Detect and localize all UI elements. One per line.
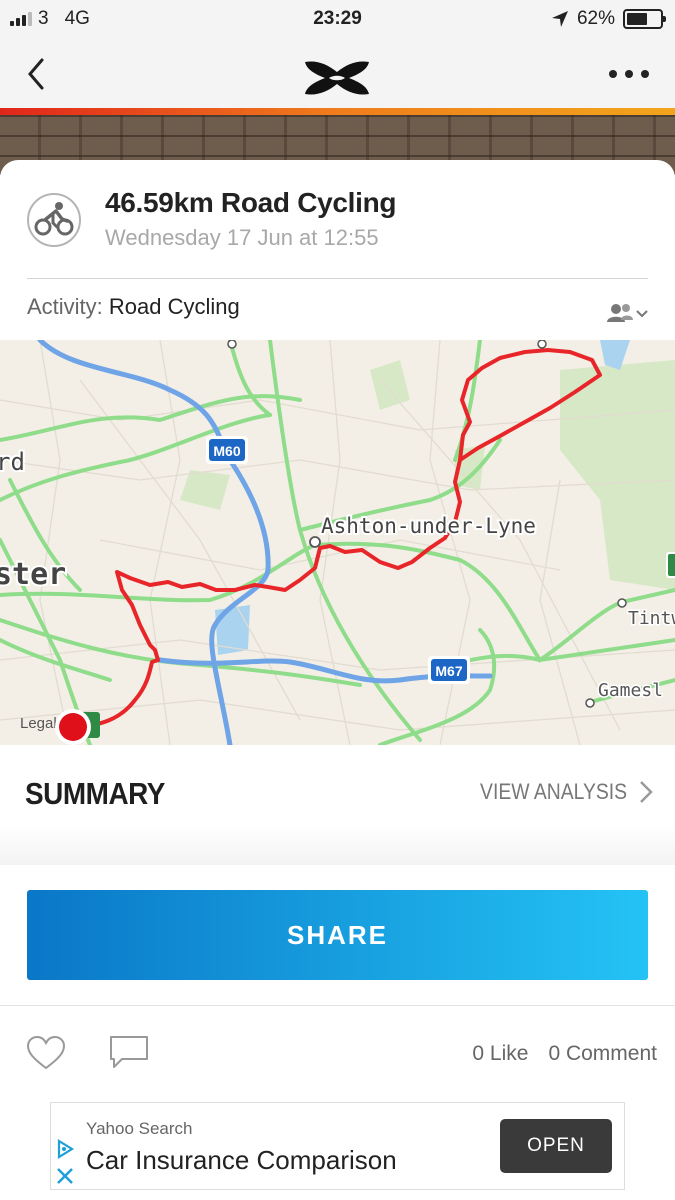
- map-point: [537, 340, 547, 349]
- summary-heading: SUMMARY: [25, 776, 165, 811]
- activity-row: Activity: Road Cycling: [27, 294, 240, 320]
- heart-icon[interactable]: [26, 1035, 66, 1071]
- nav-bar: [0, 40, 675, 108]
- activity-value: Road Cycling: [108, 294, 240, 319]
- view-analysis-link[interactable]: VIEW ANALYSIS: [460, 779, 653, 805]
- ad-open-button[interactable]: OPEN: [500, 1119, 612, 1173]
- start-marker: [55, 709, 100, 745]
- chevron-right-icon: [640, 781, 653, 803]
- section-fade: [0, 825, 675, 865]
- more-dots-icon[interactable]: [609, 70, 649, 78]
- activity-label: Activity:: [27, 294, 103, 319]
- battery-icon: [623, 9, 666, 29]
- svg-text:M60: M60: [213, 443, 240, 459]
- map-point: [585, 698, 595, 708]
- share-button[interactable]: SHARE: [27, 890, 648, 980]
- workout-title: 46.59km Road Cycling: [105, 187, 397, 218]
- route-map[interactable]: M60 M67 Ashton-under-Lyne rd ster Tintw …: [0, 340, 675, 745]
- status-bar: 3 4G 23:29 62%: [0, 0, 675, 40]
- cycling-icon: [27, 193, 81, 247]
- m60-shield: M60: [206, 436, 248, 464]
- divider: [0, 1005, 675, 1006]
- map-label-edge: rd: [0, 448, 25, 476]
- map-point: [617, 598, 627, 608]
- park-area: [560, 360, 675, 590]
- map-label-town: Ashton-under-Lyne: [321, 514, 536, 538]
- workout-date: Wednesday 17 Jun at 12:55: [105, 225, 379, 250]
- park-area: [370, 360, 410, 410]
- divider: [27, 278, 648, 279]
- view-analysis-label: VIEW ANALYSIS: [479, 779, 627, 804]
- green-shield: [666, 552, 675, 578]
- map-label-gamesley: Gamesl: [598, 680, 663, 701]
- brand-accent-bar: [0, 108, 675, 115]
- adchoices-icon[interactable]: [54, 1138, 76, 1160]
- battery-percent: 62%: [576, 8, 615, 29]
- friends-icon[interactable]: [604, 300, 650, 326]
- svg-text:M67: M67: [435, 663, 462, 679]
- close-icon[interactable]: [54, 1165, 76, 1187]
- map-point: [227, 340, 237, 349]
- ad-headline: Car Insurance Comparison: [86, 1145, 397, 1175]
- map-point: [309, 536, 321, 548]
- map-label-city: ster: [0, 557, 66, 592]
- ad-source: Yahoo Search: [86, 1119, 193, 1138]
- under-armour-logo: [305, 61, 369, 95]
- comment-icon[interactable]: [108, 1034, 150, 1070]
- location-arrow-icon: [551, 11, 568, 27]
- m67-shield: M67: [428, 656, 470, 684]
- map-label-tintwistle: Tintw: [628, 608, 675, 629]
- map-legal-link: Legal: [20, 715, 57, 732]
- like-count[interactable]: 0 Like: [472, 1042, 528, 1066]
- engagement-counts: 0 Like 0 Comment: [472, 1042, 657, 1066]
- park-area: [180, 470, 230, 510]
- ad-banner[interactable]: Yahoo Search Car Insurance Comparison OP…: [50, 1102, 625, 1190]
- status-right: 62%: [551, 8, 666, 30]
- chevron-left-icon[interactable]: [22, 56, 52, 92]
- comment-count[interactable]: 0 Comment: [548, 1042, 657, 1066]
- map-canvas: M60 M67 Ashton-under-Lyne rd ster Tintw …: [0, 340, 675, 745]
